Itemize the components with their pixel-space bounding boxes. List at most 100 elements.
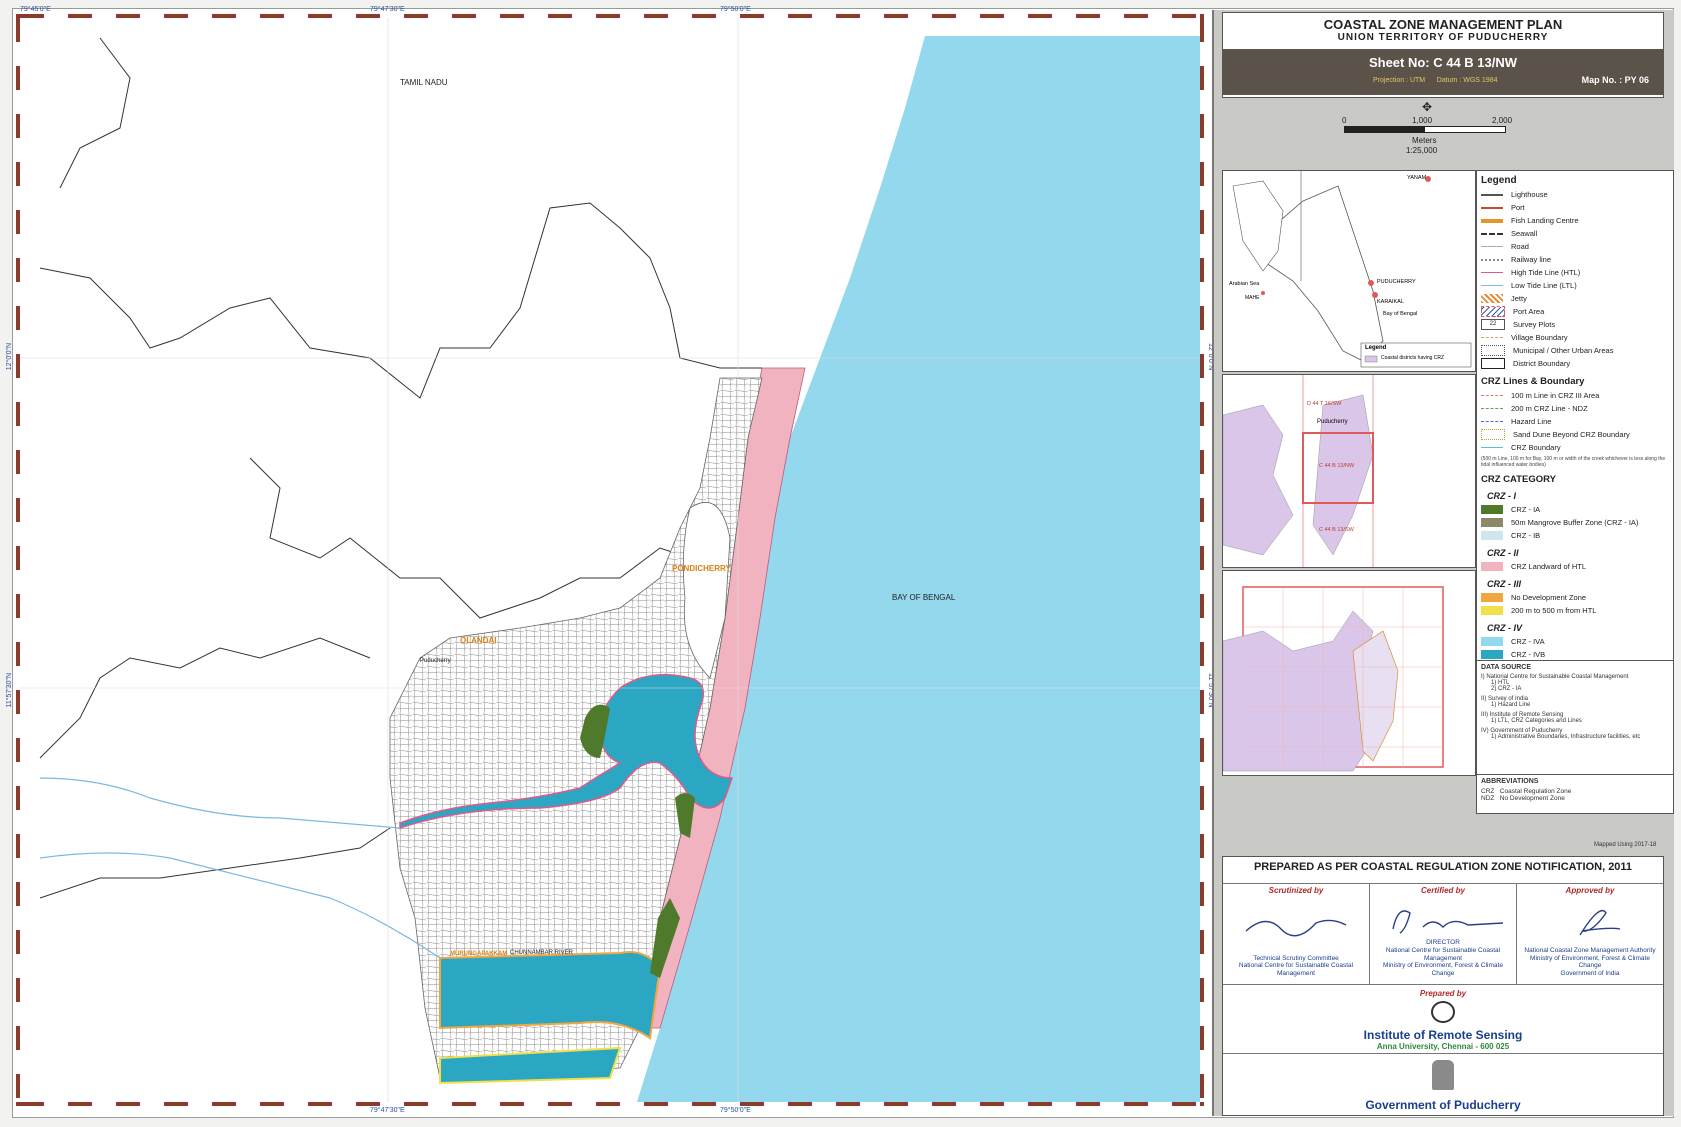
abbreviation-row: CRZ Coastal Regulation Zone <box>1481 788 1572 795</box>
inset1-label-karaikal: KARAIKAL <box>1377 299 1404 305</box>
anna-university-logo-icon <box>1431 1001 1455 1023</box>
legend-title: Legend <box>1481 175 1517 186</box>
coord-top-3: 79°50'0"E <box>720 6 751 13</box>
prepared-by-label: Prepared by <box>1419 989 1467 998</box>
label-puducherry: Puducherry <box>420 658 451 664</box>
inset-sheet-svg <box>1222 375 1374 567</box>
title-block: COASTAL ZONE MANAGEMENT PLAN UNION TERRI… <box>1222 12 1664 98</box>
scale-bar-block: ✥ 0 1,000 2,000 Meters 1:25,000 <box>1336 100 1556 170</box>
side-panel: COASTAL ZONE MANAGEMENT PLAN UNION TERRI… <box>1212 10 1674 1116</box>
legend-item: Hazard Line <box>1481 415 1669 428</box>
inset1-label-bay: Bay of Bengal <box>1383 311 1418 317</box>
institute-address: Anna University, Chennai - 600 025 <box>1376 1042 1510 1051</box>
inset1-legend-title: Legend <box>1365 345 1387 351</box>
legend-item: Port Area <box>1481 305 1669 318</box>
legend-item: CRZ - IB <box>1481 529 1669 542</box>
state-emblem-icon <box>1432 1060 1454 1090</box>
inset1-label-puducherry: PUDUCHERRY <box>1377 279 1416 285</box>
legend-item: Village Boundary <box>1481 331 1669 344</box>
signature-certified-icon <box>1392 910 1504 934</box>
legend-item: Lighthouse <box>1481 188 1669 201</box>
map-canvas[interactable] <box>20 18 1200 1102</box>
legend-item: Low Tide Line (LTL) <box>1481 279 1669 292</box>
htl-symbol <box>1481 272 1503 273</box>
crz-swatch <box>1481 650 1503 659</box>
survey-plot-symbol: 22 <box>1481 319 1505 330</box>
inset1-label-mahe: MAHE <box>1245 295 1260 301</box>
data-source-block: DATA SOURCE I) National Centre for Susta… <box>1476 660 1674 776</box>
crz-iv-title: CRZ - IV <box>1487 623 1522 633</box>
legend-item: District Boundary <box>1481 357 1669 370</box>
coord-bottom-2: 79°50'0"E <box>720 1107 751 1114</box>
certified-cell: Certified by DIRECTOR National Centre for… <box>1370 884 1517 984</box>
district-boundary-2 <box>39 202 762 399</box>
legend-item: Port <box>1481 201 1669 214</box>
label-pondicherry: PONDICHERRY <box>672 564 731 573</box>
frame-ticks-bottom <box>20 1102 1200 1106</box>
inset1-label-yanam: YANAM <box>1407 175 1427 181</box>
abbreviations-block: ABBREVIATIONS CRZ Coastal Regulation Zon… <box>1476 774 1674 814</box>
legend-item: 200 m CRZ Line - NDZ <box>1481 402 1669 415</box>
port-area-symbol <box>1481 306 1505 317</box>
crz-note: (500 m Line, 100 m for Bay, 100 m or wid… <box>1481 456 1666 468</box>
crz-i-title: CRZ - I <box>1487 491 1516 501</box>
village-boundary-symbol <box>1481 337 1503 338</box>
inset2-label-puducherry: Puducherry <box>1317 419 1348 425</box>
scale-tick-1000: 1,000 <box>1412 116 1433 125</box>
data-source-line: 1) Hazard Line <box>1491 702 1531 708</box>
crz-line-symbol <box>1481 408 1503 409</box>
seawall-symbol <box>1481 232 1503 235</box>
label-olandai: OLANDAI <box>460 636 497 645</box>
fish-landing-icon <box>1481 218 1503 223</box>
inset-locator-map: YANAM PUDUCHERRY KARAIKAL Arabian Sea Ba… <box>1222 170 1476 372</box>
abbreviations-title: ABBREVIATIONS <box>1481 778 1539 785</box>
inset-locator-svg <box>1232 171 1472 368</box>
legend-item: Sand Dune Beyond CRZ Boundary <box>1481 428 1669 441</box>
ltl-symbol <box>1481 285 1503 286</box>
legend-item: 200 m to 500 m from HTL <box>1481 604 1669 617</box>
legend-item: CRZ Boundary <box>1481 441 1669 454</box>
port-icon <box>1481 206 1503 209</box>
datum: Datum : WGS 1984 <box>1436 77 1498 84</box>
crz-swatch <box>1481 505 1503 514</box>
district-boundary-symbol <box>1481 358 1505 369</box>
certified-head: Certified by <box>1420 886 1465 895</box>
coord-left-1: 12°0'0"N <box>6 343 13 371</box>
crz-ii-title: CRZ - II <box>1487 548 1519 558</box>
crz-swatch <box>1481 637 1503 646</box>
mapped-using: Mapped Using 2017-18 <box>1594 842 1657 848</box>
coord-left-2: 11°57'30"N <box>6 673 13 708</box>
district-boundary-4 <box>39 637 371 759</box>
legend-item: CRZ - IVA <box>1481 635 1669 648</box>
legend-item: No Development Zone <box>1481 591 1669 604</box>
map-legend: Legend Lighthouse Port Fish Landing Cent… <box>1476 170 1674 662</box>
prepared-by-block: Prepared by Institute of Remote Sensing … <box>1223 989 1663 1051</box>
crz-line-symbol <box>1481 429 1505 440</box>
inset1-label-arabian-sea: Arabian Sea <box>1229 281 1260 287</box>
frame-ticks-right <box>1200 18 1204 1102</box>
label-tamil-nadu: TAMIL NADU <box>400 78 448 87</box>
institute-name: Institute of Remote Sensing <box>1363 1028 1523 1042</box>
label-chunnambar: CHUNNAMBAR RIVER <box>510 950 574 956</box>
coord-top-2: 79°47'30"E <box>370 6 405 13</box>
district-boundary-5 <box>39 827 391 899</box>
data-source-line: 1) LTL, CRZ Categories and Lines <box>1491 718 1582 724</box>
signature-scrutinized-icon <box>1245 919 1347 937</box>
data-source-title: DATA SOURCE <box>1481 664 1532 671</box>
road-symbol <box>1481 246 1503 247</box>
legend-item: Fish Landing Centre <box>1481 214 1669 227</box>
legend-item: High Tide Line (HTL) <box>1481 266 1669 279</box>
scale-tick-2000: 2,000 <box>1492 116 1513 125</box>
legend-item: 50m Mangrove Buffer Zone (CRZ - IA) <box>1481 516 1669 529</box>
jetty-symbol <box>1481 294 1503 303</box>
north-arrow-icon: ✥ <box>1422 100 1433 114</box>
scale-unit: Meters <box>1412 136 1437 145</box>
legend-item: CRZ - IA <box>1481 503 1669 516</box>
approved-head: Approved by <box>1565 886 1615 895</box>
legend-item: Road <box>1481 240 1669 253</box>
approved-caption: National Coastal Zone Management Authori… <box>1524 946 1656 978</box>
legend-item: Jetty <box>1481 292 1669 305</box>
prepared-title: PREPARED AS PER COASTAL REGULATION ZONE … <box>1253 861 1633 873</box>
signature-row: Scrutinized by Technical Scrutiny Commit… <box>1223 883 1663 985</box>
plan-title: COASTAL ZONE MANAGEMENT PLAN <box>1323 17 1563 32</box>
